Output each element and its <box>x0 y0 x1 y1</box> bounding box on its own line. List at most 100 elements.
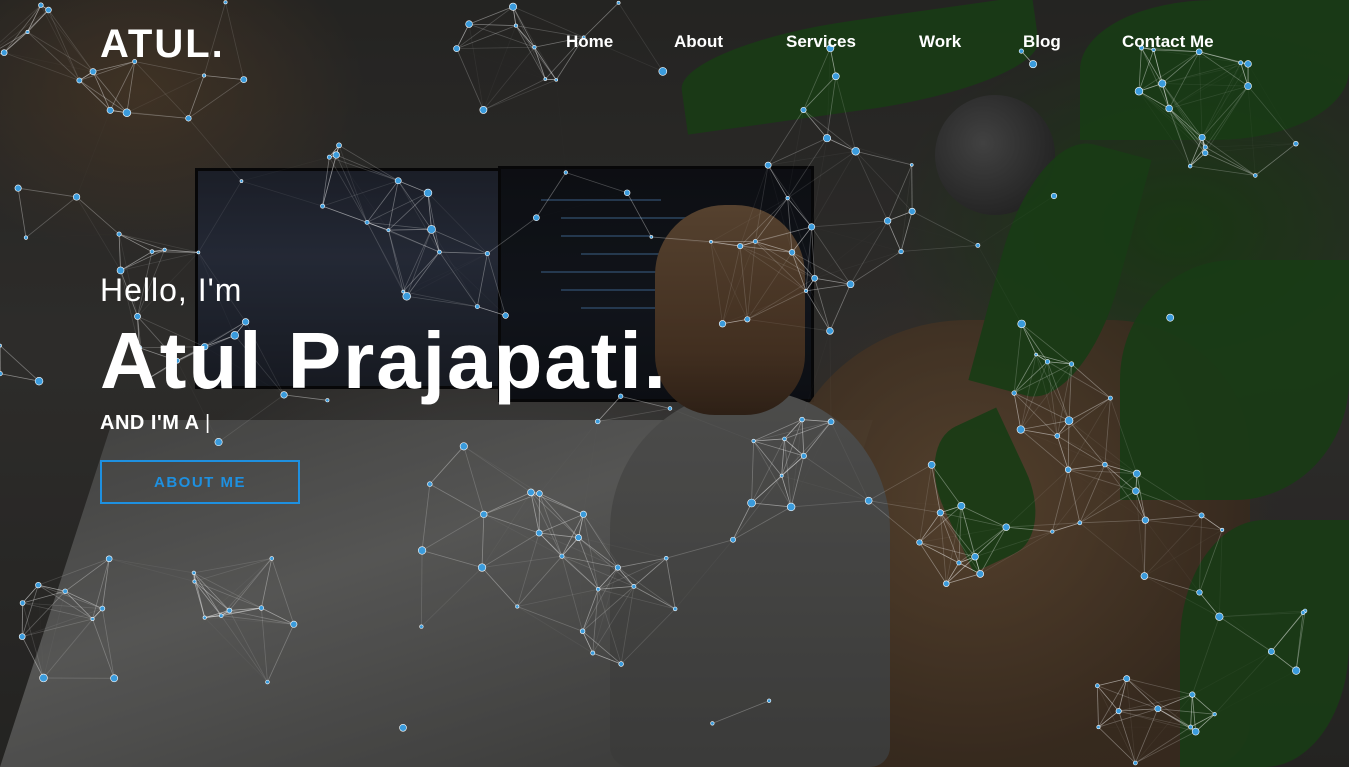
network-link <box>665 558 676 609</box>
network-link <box>322 157 330 207</box>
network-node <box>800 452 807 459</box>
network-link <box>1052 491 1136 532</box>
network-node <box>618 661 624 667</box>
network-node <box>265 679 270 685</box>
network-link <box>1219 612 1304 618</box>
network-node <box>595 587 601 592</box>
network-node <box>185 115 192 122</box>
network-node <box>751 438 756 444</box>
network-node <box>554 78 559 82</box>
network-link <box>406 295 478 307</box>
network-node <box>823 134 832 143</box>
network-link <box>77 197 152 252</box>
network-node <box>1068 361 1075 367</box>
network-link <box>978 196 1054 245</box>
network-node <box>672 606 678 612</box>
network-link <box>329 156 399 182</box>
network-link <box>397 180 440 253</box>
network-link <box>1079 522 1145 577</box>
network-link <box>1005 469 1069 528</box>
network-link <box>421 550 423 627</box>
network-link <box>427 192 440 253</box>
network-node <box>976 570 985 578</box>
network-link <box>198 180 242 253</box>
network-link <box>802 331 830 420</box>
network-link <box>1199 529 1223 593</box>
network-node <box>453 45 461 52</box>
main-nav: Home About Services Work Blog Contact Me <box>566 32 1214 52</box>
network-link <box>220 558 273 616</box>
network-node <box>1054 433 1061 439</box>
network-link <box>578 514 584 538</box>
network-node <box>623 189 631 196</box>
network-link <box>829 284 851 332</box>
network-link <box>463 445 540 494</box>
network-node <box>782 436 787 442</box>
network-link <box>593 609 675 653</box>
nav-link-work[interactable]: Work <box>919 32 1023 52</box>
network-node <box>35 582 42 589</box>
network-node <box>579 510 587 518</box>
network-link <box>1144 575 1220 618</box>
nav-link-blog[interactable]: Blog <box>1023 32 1122 52</box>
hero-greeting: Hello, I'm <box>100 272 243 308</box>
about-me-button[interactable]: ABOUT ME <box>100 460 300 504</box>
network-link <box>1144 515 1202 577</box>
network-link <box>421 513 485 551</box>
network-link <box>747 252 793 320</box>
site-logo[interactable]: ATUL. <box>100 22 225 67</box>
network-node <box>864 496 873 505</box>
network-link <box>92 71 128 114</box>
network-link <box>1192 694 1215 715</box>
network-link <box>626 192 652 238</box>
network-node <box>1064 416 1074 425</box>
network-node <box>846 280 855 289</box>
network-link <box>0 345 40 382</box>
network-link <box>1198 51 1203 138</box>
nav-link-about[interactable]: About <box>674 32 786 52</box>
network-link <box>1067 397 1111 470</box>
network-node <box>631 584 637 589</box>
network-link <box>617 567 676 610</box>
network-link <box>109 558 195 582</box>
network-link <box>1098 710 1119 728</box>
network-node <box>401 289 405 294</box>
network-link <box>911 211 979 246</box>
network-link <box>512 6 546 80</box>
network-link <box>515 25 546 80</box>
network-link <box>27 31 80 81</box>
network-node <box>1202 149 1209 157</box>
network-link <box>598 588 676 610</box>
network-node <box>971 553 979 561</box>
network-link <box>787 150 856 199</box>
network-link <box>468 24 484 111</box>
network-node <box>1029 60 1038 69</box>
network-link <box>92 71 111 111</box>
network-node <box>730 536 736 543</box>
network-node <box>1196 589 1203 596</box>
network-node <box>785 196 790 201</box>
network-link <box>753 440 782 476</box>
network-link <box>188 118 242 182</box>
network-node <box>658 67 668 76</box>
nav-link-services[interactable]: Services <box>786 32 919 52</box>
network-node <box>747 498 756 508</box>
network-node <box>1002 523 1010 531</box>
network-link <box>939 512 960 563</box>
network-link <box>456 46 535 49</box>
network-link <box>919 526 1007 543</box>
network-link <box>1020 420 1070 430</box>
network-link <box>220 615 268 683</box>
network-link <box>456 48 484 111</box>
nav-link-home[interactable]: Home <box>566 32 674 52</box>
network-link <box>1248 64 1296 144</box>
network-link <box>1096 685 1136 764</box>
network-node <box>1107 395 1113 401</box>
hero-name: Atul Prajapati. <box>100 316 668 405</box>
network-link <box>787 197 812 228</box>
network-node <box>202 615 207 620</box>
network-link <box>481 567 518 607</box>
nav-link-contact[interactable]: Contact Me <box>1122 32 1214 52</box>
network-node <box>1202 144 1208 150</box>
network-node <box>936 509 944 517</box>
